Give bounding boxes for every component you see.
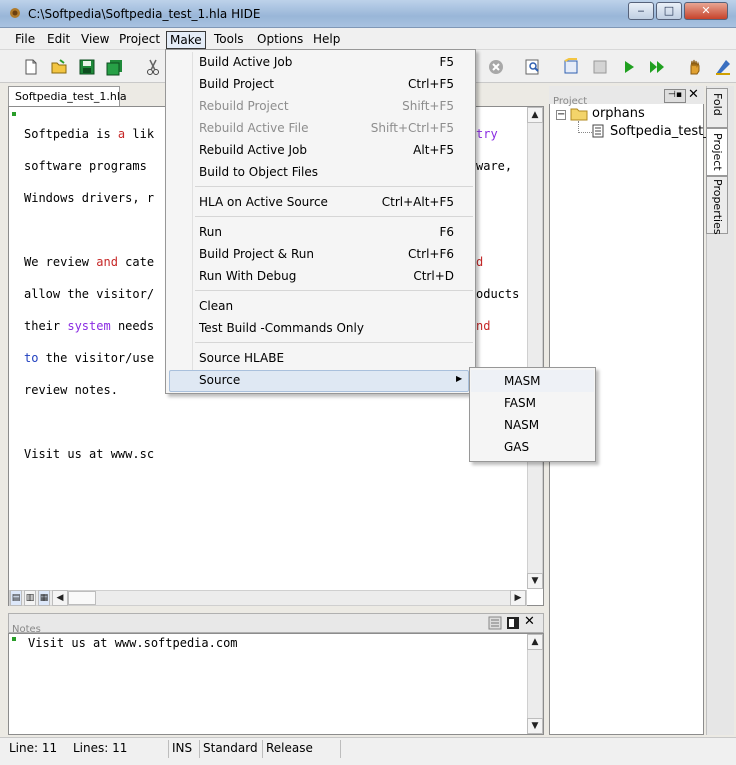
notes-close-icon[interactable]: ✕ xyxy=(524,614,535,629)
menu-tools[interactable]: Tools xyxy=(211,31,247,49)
view-mode-icon-2[interactable]: ▥ xyxy=(24,590,36,606)
menu-item-hla-on-active-source[interactable]: HLA on Active Source xyxy=(199,191,328,213)
close-button[interactable]: ✕ xyxy=(684,2,728,20)
status-build: Standard xyxy=(199,740,261,758)
open-folder-icon[interactable] xyxy=(50,58,68,76)
save-icon[interactable] xyxy=(78,58,96,76)
status-lines: Lines: 11 xyxy=(73,741,128,755)
submenu-item-fasm[interactable]: FASM xyxy=(504,392,536,414)
submenu-item-nasm[interactable]: NASM xyxy=(504,414,539,436)
menu-item-rebuild-project[interactable]: Rebuild Project xyxy=(199,95,289,117)
folder-icon xyxy=(570,108,588,121)
tree-item-file[interactable]: Softpedia_test_ xyxy=(610,124,710,139)
shortcut-build-active-job: F5 xyxy=(439,55,454,69)
status-mode: INS xyxy=(168,740,195,758)
document-tab[interactable]: Softpedia_test_1.hla xyxy=(8,86,127,106)
run-all-icon[interactable] xyxy=(648,58,666,76)
project-panel-title: Project xyxy=(553,96,588,107)
tab-fold[interactable]: Fold xyxy=(706,88,728,128)
horizontal-scroll-thumb[interactable] xyxy=(68,591,96,605)
view-mode-icon-3[interactable]: ▦ xyxy=(38,590,50,606)
shortcut-build-project-run: Ctrl+F6 xyxy=(408,247,454,261)
tool-icon[interactable] xyxy=(714,58,732,76)
menu-item-clean[interactable]: Clean xyxy=(199,295,233,317)
scroll-up-button[interactable]: ▲ xyxy=(527,107,543,123)
cut-icon[interactable] xyxy=(144,58,162,76)
scroll-left-button[interactable]: ◀ xyxy=(52,590,68,606)
notes-options-icon[interactable] xyxy=(488,616,502,630)
notes-header xyxy=(8,613,544,633)
menu-item-rebuild-active-job[interactable]: Rebuild Active Job xyxy=(199,139,307,161)
tree-item-orphans[interactable]: orphans xyxy=(592,106,645,121)
editor-text-right: try ware, d oducts nd xyxy=(476,127,520,333)
shortcut-run-with-debug: Ctrl+D xyxy=(413,269,454,283)
save-all-icon[interactable] xyxy=(106,58,124,76)
maximize-button[interactable]: □ xyxy=(656,2,682,20)
menu-item-run[interactable]: Run xyxy=(199,221,222,243)
status-line: Line: 11 xyxy=(9,741,58,755)
menu-view[interactable]: View xyxy=(78,31,112,49)
tree-connector xyxy=(578,121,592,133)
submenu-item-masm[interactable]: MASM xyxy=(504,370,541,392)
find-icon[interactable] xyxy=(524,58,542,76)
app-icon xyxy=(10,8,20,18)
menu-separator xyxy=(195,186,473,187)
menu-separator xyxy=(195,342,473,343)
notes-dock-icon[interactable] xyxy=(506,616,520,630)
menu-item-run-with-debug[interactable]: Run With Debug xyxy=(199,265,296,287)
shortcut-hla-on-active-source: Ctrl+Alt+F5 xyxy=(381,195,454,209)
stop-icon[interactable] xyxy=(487,58,505,76)
notes-scroll-up[interactable]: ▲ xyxy=(527,634,543,650)
new-file-icon[interactable] xyxy=(22,58,40,76)
build-icon[interactable] xyxy=(591,58,609,76)
menu-file[interactable]: File xyxy=(12,31,38,49)
tab-project[interactable]: Project xyxy=(706,128,728,176)
menu-separator xyxy=(195,290,473,291)
gutter-marker xyxy=(12,112,16,116)
menu-item-build-active-job[interactable]: Build Active Job xyxy=(199,51,292,73)
view-mode-icon-1[interactable]: ▤ xyxy=(10,590,22,606)
status-config: Release xyxy=(262,740,316,758)
menu-separator xyxy=(195,216,473,217)
scroll-down-button[interactable]: ▼ xyxy=(527,573,543,589)
pin-icon[interactable]: ⊣▪ xyxy=(664,89,686,103)
run-icon[interactable] xyxy=(620,58,638,76)
menu-make[interactable]: Make xyxy=(166,31,206,49)
menu-project[interactable]: Project xyxy=(116,31,163,49)
menu-item-source[interactable]: Source xyxy=(199,369,240,391)
shortcut-rebuild-active-file: Shift+Ctrl+F5 xyxy=(370,121,454,135)
menu-item-rebuild-active-file[interactable]: Rebuild Active File xyxy=(199,117,309,139)
menu-item-build-to-object-files[interactable]: Build to Object Files xyxy=(199,161,318,183)
notes-gutter-marker xyxy=(12,637,16,641)
status-divider xyxy=(340,740,341,758)
menu-bar: File Edit View Project Make Tools Option… xyxy=(0,28,736,50)
submenu-arrow-icon: ▶ xyxy=(456,374,463,383)
hand-icon[interactable] xyxy=(686,58,704,76)
notes-scroll-down[interactable]: ▼ xyxy=(527,718,543,734)
scroll-right-button[interactable]: ▶ xyxy=(510,590,526,606)
submenu-item-gas[interactable]: GAS xyxy=(504,436,529,458)
menu-options[interactable]: Options xyxy=(254,31,306,49)
menu-item-test-build[interactable]: Test Build -Commands Only xyxy=(199,317,364,339)
minimize-button[interactable]: ‒ xyxy=(628,2,654,20)
window-title: C:\Softpedia\Softpedia_test_1.hla HIDE xyxy=(28,7,261,21)
shortcut-run: F6 xyxy=(439,225,454,239)
tree-collapse-icon[interactable]: − xyxy=(556,110,566,120)
shortcut-build-project: Ctrl+F5 xyxy=(408,77,454,91)
menu-help[interactable]: Help xyxy=(310,31,343,49)
file-icon xyxy=(592,124,604,138)
tab-properties[interactable]: Properties xyxy=(706,176,728,235)
menu-item-build-project[interactable]: Build Project xyxy=(199,73,274,95)
project-icon[interactable] xyxy=(562,58,580,76)
editor-vertical-scrollbar[interactable] xyxy=(527,107,543,589)
shortcut-rebuild-active-job: Alt+F5 xyxy=(413,143,454,157)
menu-item-source-hlabe[interactable]: Source HLABE xyxy=(199,347,284,369)
notes-text: Visit us at www.softpedia.com xyxy=(28,636,238,650)
shortcut-rebuild-project: Shift+F5 xyxy=(402,99,454,113)
project-close-icon[interactable]: ✕ xyxy=(688,87,699,102)
menu-item-build-project-run[interactable]: Build Project & Run xyxy=(199,243,314,265)
menu-edit[interactable]: Edit xyxy=(44,31,73,49)
